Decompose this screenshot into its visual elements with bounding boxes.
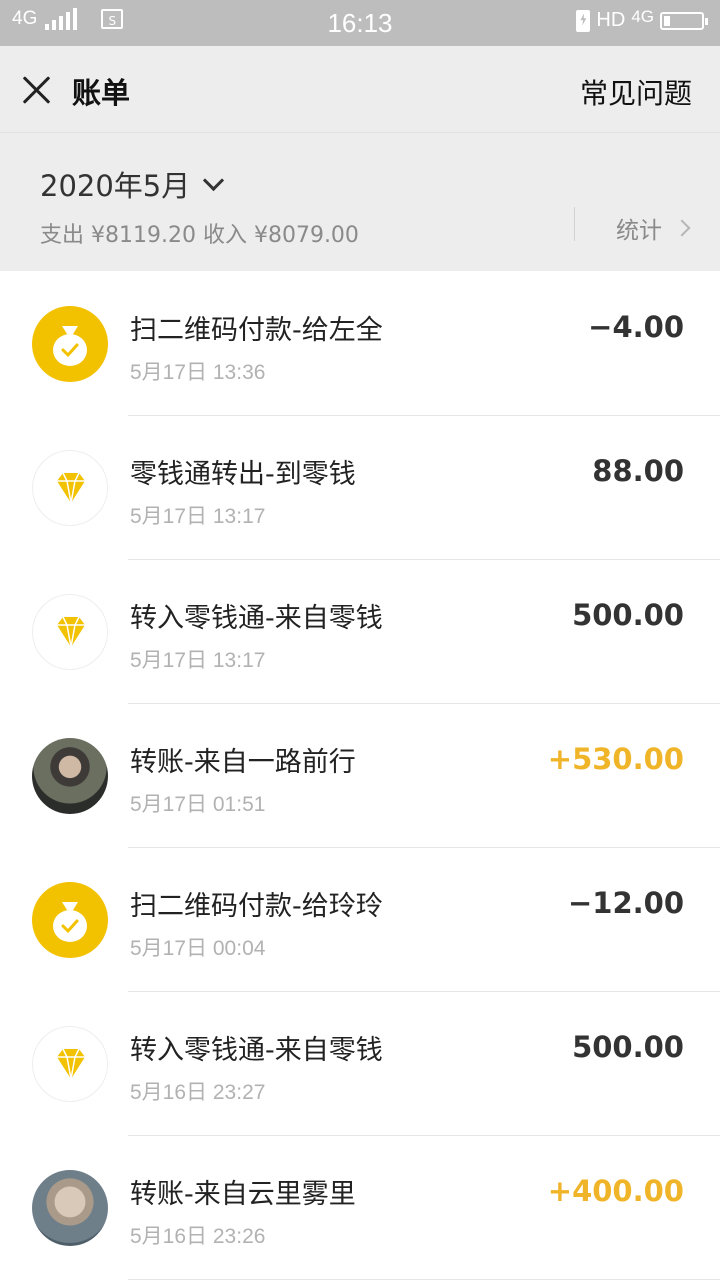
status-right: HD 4G bbox=[576, 6, 708, 32]
transaction-time: 5月17日 13:17 bbox=[130, 505, 266, 528]
transaction-time: 5月17日 13:36 bbox=[130, 361, 266, 384]
transaction-time: 5月16日 23:27 bbox=[130, 1081, 266, 1104]
transaction-title: 零钱通转出-到零钱 bbox=[130, 459, 356, 490]
transaction-title: 扫二维码付款-给玲玲 bbox=[130, 891, 383, 922]
transaction-row[interactable]: 零钱通转出-到零钱 5月17日 13:17 88.00 bbox=[0, 416, 720, 560]
battery-icon bbox=[660, 11, 708, 30]
network-type-right: 4G bbox=[631, 6, 654, 26]
stats-button[interactable]: 统计 bbox=[616, 211, 691, 245]
charging-icon bbox=[576, 9, 591, 32]
diamond-icon bbox=[32, 594, 108, 670]
chevron-down-icon bbox=[203, 169, 225, 191]
transaction-amount: −4.00 bbox=[588, 310, 684, 344]
transaction-title: 转入零钱通-来自零钱 bbox=[130, 1035, 383, 1066]
transaction-title: 转账-来自一路前行 bbox=[130, 747, 356, 778]
transaction-time: 5月17日 13:17 bbox=[130, 649, 266, 672]
faq-link[interactable]: 常见问题 bbox=[580, 72, 692, 112]
transaction-amount: +400.00 bbox=[547, 1174, 684, 1208]
totals-text: 支出 ¥8119.20 收入 ¥8079.00 bbox=[40, 223, 359, 248]
transaction-time: 5月16日 23:26 bbox=[130, 1225, 266, 1248]
page-title: 账单 bbox=[72, 76, 131, 110]
transaction-row[interactable]: 转入零钱通-来自零钱 5月16日 23:27 500.00 bbox=[0, 992, 720, 1136]
transaction-amount: 500.00 bbox=[572, 1030, 684, 1064]
diamond-icon bbox=[32, 450, 108, 526]
transaction-list: 扫二维码付款-给左全 5月17日 13:36 −4.00 零钱通转出-到零钱 5… bbox=[0, 272, 720, 1280]
avatar bbox=[32, 738, 108, 814]
transaction-row[interactable]: 转账-来自云里雾里 5月16日 23:26 +400.00 bbox=[0, 1136, 720, 1280]
transaction-amount: +530.00 bbox=[547, 742, 684, 776]
transaction-title: 转入零钱通-来自零钱 bbox=[130, 603, 383, 634]
diamond-icon bbox=[32, 1026, 108, 1102]
transaction-row[interactable]: 转入零钱通-来自零钱 5月17日 13:17 500.00 bbox=[0, 560, 720, 704]
transaction-row[interactable]: 扫二维码付款-给左全 5月17日 13:36 −4.00 bbox=[0, 272, 720, 416]
transaction-time: 5月17日 00:04 bbox=[130, 937, 266, 960]
divider bbox=[574, 207, 575, 241]
transaction-time: 5月17日 01:51 bbox=[130, 793, 266, 816]
wallet-icon bbox=[32, 882, 108, 958]
stats-label: 统计 bbox=[616, 218, 662, 244]
header-bar: 账单 常见问题 bbox=[0, 46, 720, 133]
wallet-icon bbox=[32, 306, 108, 382]
transaction-amount: −12.00 bbox=[567, 886, 684, 920]
transaction-title: 扫二维码付款-给左全 bbox=[130, 315, 383, 346]
transaction-row[interactable]: 转账-来自一路前行 5月17日 01:51 +530.00 bbox=[0, 704, 720, 848]
chevron-right-icon bbox=[673, 219, 691, 237]
month-selector[interactable]: 2020年5月 bbox=[40, 163, 225, 205]
hd-label: HD bbox=[596, 9, 626, 31]
transaction-row[interactable]: 扫二维码付款-给玲玲 5月17日 00:04 −12.00 bbox=[0, 848, 720, 992]
bill-summary: 2020年5月 支出 ¥8119.20 收入 ¥8079.00 统计 bbox=[0, 133, 720, 271]
status-bar: 4G S 16:13 HD 4G bbox=[0, 0, 720, 46]
transaction-amount: 500.00 bbox=[572, 598, 684, 632]
close-icon[interactable] bbox=[20, 74, 52, 106]
month-label: 2020年5月 bbox=[40, 169, 191, 203]
transaction-title: 转账-来自云里雾里 bbox=[130, 1179, 356, 1210]
transaction-amount: 88.00 bbox=[592, 454, 684, 488]
avatar bbox=[32, 1170, 108, 1246]
